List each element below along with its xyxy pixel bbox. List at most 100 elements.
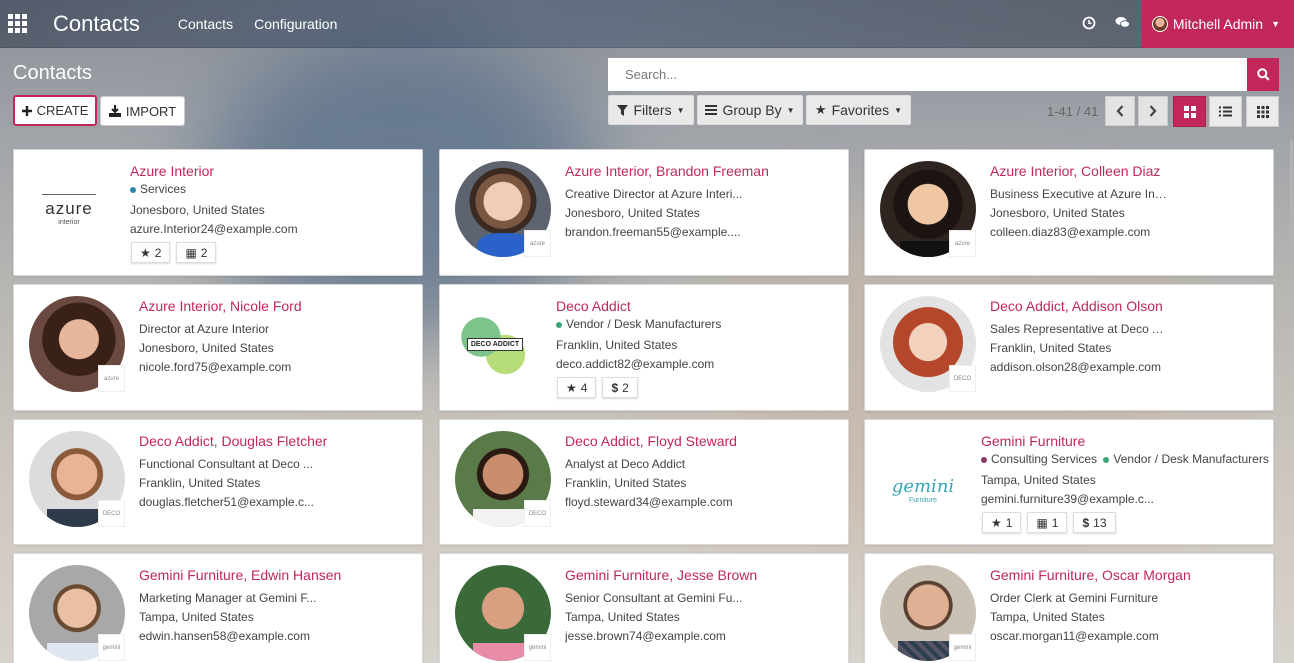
caret-down-icon: ▼ — [786, 105, 795, 115]
contact-address: Tampa, United States — [990, 610, 1105, 624]
contact-name[interactable]: Gemini Furniture, Oscar Morgan — [990, 567, 1191, 583]
contact-card[interactable]: DECO ADDICT Deco Addict Vendor / Desk Ma… — [439, 284, 849, 411]
favorite-count-badge[interactable]: ★ 2 — [131, 242, 171, 263]
contact-name[interactable]: Deco Addict, Addison Olson — [990, 298, 1163, 314]
contact-address: Jonesboro, United States — [565, 206, 700, 220]
tag-color-dot — [1103, 456, 1110, 463]
chevron-right-icon — [1149, 105, 1157, 117]
user-menu[interactable]: Mitchell Admin ▼ — [1141, 0, 1294, 48]
calendar-icon: ▦ — [185, 245, 197, 260]
contact-card[interactable]: gemini Gemini Furniture, Jesse Brown Sen… — [439, 553, 849, 663]
sales-count-badge[interactable]: $13 — [1073, 512, 1116, 533]
filters-label: Filters — [633, 102, 672, 118]
contact-address: Franklin, United States — [990, 341, 1112, 355]
logo-text: DECO ADDICT — [466, 337, 524, 351]
contact-card[interactable]: gemini Gemini Furniture, Edwin Hansen Ma… — [13, 553, 423, 663]
menu-configuration[interactable]: Configuration — [254, 16, 337, 32]
contact-name[interactable]: Gemini Furniture, Jesse Brown — [565, 567, 757, 583]
contact-address: Franklin, United States — [556, 338, 678, 352]
contact-card[interactable]: DECO Deco Addict, Douglas Fletcher Funct… — [13, 419, 423, 545]
create-button[interactable]: CREATE — [13, 95, 97, 126]
contact-email: jesse.brown74@example.com — [565, 629, 726, 643]
contact-card[interactable]: gemini Furniture Gemini Furniture Consul… — [864, 419, 1274, 545]
contact-email: douglas.fletcher51@example.c... — [139, 495, 314, 509]
pager-value[interactable]: 1-41 / 41 — [1047, 104, 1098, 119]
badge-value: 13 — [1093, 515, 1107, 530]
pager-previous-button[interactable] — [1105, 96, 1135, 126]
contact-card[interactable]: azure Azure Interior, Nicole Ford Direct… — [13, 284, 423, 411]
contact-name[interactable]: Azure Interior, Brandon Freeman — [565, 163, 769, 179]
contact-email: colleen.diaz83@example.com — [990, 225, 1151, 239]
contact-function: Senior Consultant at Gemini Fu... — [565, 591, 743, 605]
favorites-dropdown[interactable]: ★ Favorites ▼ — [806, 95, 911, 125]
logo-subtext: Furniture — [908, 497, 937, 504]
company-logo: DECO ADDICT — [460, 309, 530, 379]
contact-email: nicole.ford75@example.com — [139, 360, 292, 374]
contact-name[interactable]: Azure Interior — [130, 163, 214, 179]
app-title: Contacts — [53, 10, 140, 36]
contact-address: Tampa, United States — [981, 473, 1096, 487]
search-icon — [1256, 68, 1270, 81]
contact-email: deco.addict82@example.com — [556, 357, 715, 371]
contact-name[interactable]: Gemini Furniture — [981, 433, 1085, 449]
list-view-icon — [1219, 106, 1232, 117]
contact-address: Jonesboro, United States — [130, 203, 265, 217]
contact-email: brandon.freeman55@example.... — [565, 225, 741, 239]
filters-dropdown[interactable]: Filters ▼ — [608, 95, 694, 125]
tag: Vendor / Desk Manufacturers — [556, 317, 721, 331]
messaging-chat-icon[interactable] — [1106, 16, 1139, 32]
dollar-icon: $ — [611, 380, 619, 395]
contact-address: Jonesboro, United States — [990, 206, 1125, 220]
pager-next-button[interactable] — [1138, 96, 1168, 126]
contact-card[interactable]: DECO Deco Addict, Floyd Steward Analyst … — [439, 419, 849, 545]
user-name: Mitchell Admin — [1172, 16, 1264, 32]
search-input[interactable]: Search... — [608, 58, 1248, 91]
contact-function: Analyst at Deco Addict — [565, 457, 686, 471]
favorite-count-badge[interactable]: ★ 4 — [557, 377, 597, 398]
download-icon — [108, 105, 121, 117]
contact-card[interactable]: gemini Gemini Furniture, Oscar Morgan Or… — [864, 553, 1274, 663]
activity-view-button[interactable] — [1246, 96, 1279, 127]
company-mini-logo: gemini — [524, 634, 551, 661]
meetings-count-badge[interactable]: ▦ 1 — [1027, 512, 1068, 533]
contact-card[interactable]: azure Azure Interior, Colleen Diaz Busin… — [864, 149, 1274, 276]
search-button[interactable] — [1247, 58, 1279, 91]
contact-card[interactable]: azure Azure Interior, Brandon Freeman Cr… — [439, 149, 849, 276]
contact-function: Business Executive at Azure Int... — [990, 187, 1168, 201]
list-view-button[interactable] — [1209, 96, 1242, 127]
contact-card[interactable]: azure interior Azure Interior Services J… — [13, 149, 423, 276]
contact-name[interactable]: Azure Interior, Nicole Ford — [139, 298, 302, 314]
meetings-count-badge[interactable]: ▦ 2 — [176, 242, 217, 263]
logo-subtext: interior — [58, 219, 80, 226]
favorite-count-badge[interactable]: ★ 1 — [982, 512, 1022, 533]
groupby-dropdown[interactable]: Group By ▼ — [697, 95, 803, 125]
import-label: IMPORT — [125, 103, 177, 119]
contact-name[interactable]: Deco Addict, Douglas Fletcher — [139, 433, 327, 449]
contact-name[interactable]: Azure Interior, Colleen Diaz — [990, 163, 1160, 179]
contact-card[interactable]: DECO Deco Addict, Addison Olson Sales Re… — [864, 284, 1274, 411]
contact-email: oscar.morgan11@example.com — [990, 629, 1159, 643]
import-button[interactable]: IMPORT — [100, 96, 185, 126]
apps-menu-icon[interactable] — [0, 0, 34, 48]
sales-count-badge[interactable]: $2 — [602, 377, 638, 398]
plus-icon — [21, 105, 32, 116]
contact-email: addison.olson28@example.com — [990, 360, 1161, 374]
badge-value: 2 — [622, 380, 629, 395]
company-mini-logo: DECO — [524, 500, 551, 527]
favorites-label: Favorites — [831, 102, 890, 118]
contact-name[interactable]: Deco Addict — [556, 298, 631, 314]
kanban-view-button[interactable] — [1173, 96, 1206, 127]
contact-email: floyd.steward34@example.com — [565, 495, 733, 509]
badge-value: 4 — [580, 380, 588, 395]
badge-value: 2 — [154, 245, 162, 260]
contact-name[interactable]: Deco Addict, Floyd Steward — [565, 433, 737, 449]
scrollbar[interactable] — [1289, 140, 1294, 663]
tag-label: Consulting Services — [991, 452, 1098, 466]
kanban-grid-icon — [1183, 105, 1196, 118]
activity-clock-icon[interactable] — [1073, 16, 1106, 33]
contact-email: edwin.hansen58@example.com — [139, 629, 310, 643]
company-mini-logo: DECO — [949, 365, 976, 392]
menu-contacts[interactable]: Contacts — [178, 16, 233, 32]
badge-value: 1 — [1051, 515, 1059, 530]
contact-name[interactable]: Gemini Furniture, Edwin Hansen — [139, 567, 341, 583]
